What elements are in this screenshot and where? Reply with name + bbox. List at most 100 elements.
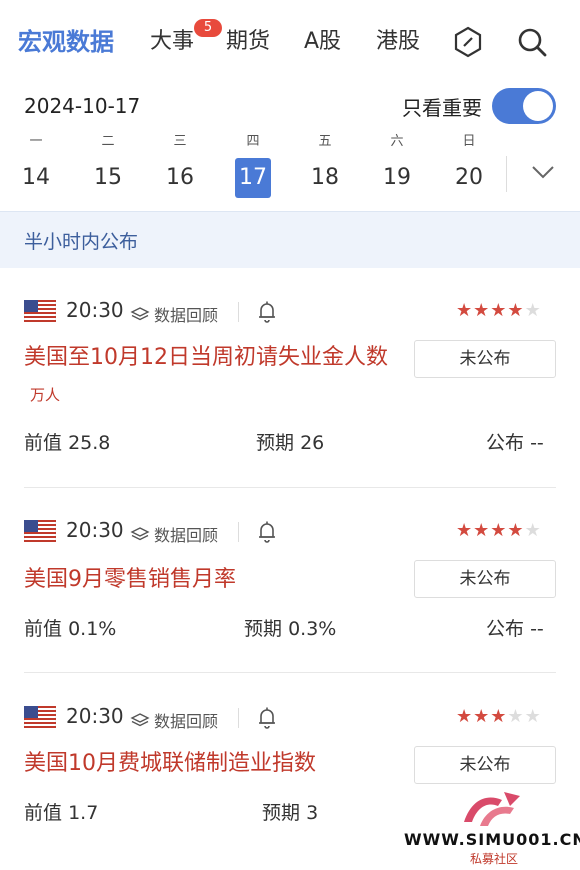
day-number: 20 bbox=[455, 165, 483, 190]
expected-label: 预期 bbox=[256, 432, 295, 454]
star-empty-icon: ★ bbox=[524, 706, 542, 727]
day-tue[interactable]: 二 15 bbox=[86, 132, 130, 198]
actual-number: -- bbox=[530, 618, 544, 640]
expected-value: 预期 3 bbox=[262, 798, 318, 825]
actual-number: -- bbox=[530, 432, 544, 454]
search-icon[interactable] bbox=[514, 24, 550, 60]
data-review-link[interactable]: 数据回顾 bbox=[130, 302, 218, 326]
star-empty-icon: ★ bbox=[507, 706, 525, 727]
date-row: 2024-10-17 只看重要 bbox=[0, 86, 580, 130]
bell-icon[interactable] bbox=[256, 520, 278, 544]
tab-events[interactable]: 大事 bbox=[150, 26, 194, 58]
weekday-label: 一 bbox=[29, 134, 43, 149]
section-title: 半小时内公布 bbox=[24, 231, 139, 253]
tab-futures[interactable]: 期货 bbox=[226, 26, 270, 58]
weekday-label: 五 bbox=[318, 134, 332, 149]
tab-hk-shares[interactable]: 港股 bbox=[376, 26, 420, 58]
day-number: 17 bbox=[235, 158, 271, 198]
divider bbox=[238, 522, 239, 542]
data-review-link[interactable]: 数据回顾 bbox=[130, 708, 218, 732]
importance-stars: ★★★★★ bbox=[456, 520, 542, 541]
publish-status-button[interactable]: 未公布 bbox=[414, 746, 556, 784]
selected-date: 2024-10-17 bbox=[24, 94, 141, 118]
actual-value: 公布 -- bbox=[486, 614, 544, 641]
star-empty-icon: ★ bbox=[524, 520, 542, 541]
previous-value: 前值 25.8 bbox=[24, 428, 110, 455]
previous-number: 0.1% bbox=[68, 618, 117, 640]
day-sat[interactable]: 六 19 bbox=[375, 132, 419, 198]
event-title[interactable]: 美国9月零售销售月率 bbox=[24, 562, 394, 598]
events-count-badge: 5 bbox=[194, 19, 222, 37]
publish-status-button[interactable]: 未公布 bbox=[414, 560, 556, 598]
data-review-link[interactable]: 数据回顾 bbox=[130, 522, 218, 546]
day-wed[interactable]: 三 16 bbox=[158, 132, 202, 198]
weekday-label: 三 bbox=[173, 134, 187, 149]
day-number: 16 bbox=[166, 165, 194, 190]
day-number: 19 bbox=[383, 165, 411, 190]
star-icon: ★ bbox=[456, 520, 474, 541]
expected-number: 26 bbox=[300, 432, 325, 454]
us-flag-icon bbox=[24, 300, 56, 322]
bell-icon[interactable] bbox=[256, 706, 278, 730]
chevron-down-icon[interactable] bbox=[530, 162, 556, 182]
star-icon: ★ bbox=[507, 300, 525, 321]
only-important-label: 只看重要 bbox=[402, 96, 482, 120]
event-time: 20:30 bbox=[66, 518, 124, 542]
top-nav: 宏观数据 大事 5 期货 A股 港股 bbox=[0, 0, 580, 86]
data-review-label: 数据回顾 bbox=[154, 526, 219, 545]
hexagon-icon[interactable] bbox=[450, 24, 486, 60]
actual-label: 公布 bbox=[486, 432, 525, 454]
star-icon: ★ bbox=[473, 520, 491, 541]
previous-number: 1.7 bbox=[68, 802, 99, 824]
only-important-toggle[interactable] bbox=[492, 88, 556, 124]
watermark: WWW.SIMU001.CN 私募社区 bbox=[400, 788, 580, 868]
tab-macro-data[interactable]: 宏观数据 bbox=[18, 26, 114, 58]
day-number: 15 bbox=[94, 165, 122, 190]
us-flag-icon bbox=[24, 706, 56, 728]
watermark-subtext: 私募社区 bbox=[470, 852, 519, 866]
previous-label: 前值 bbox=[24, 802, 63, 824]
actual-label: 公布 bbox=[486, 618, 525, 640]
star-icon: ★ bbox=[490, 520, 508, 541]
event-title[interactable]: 美国10月费城联储制造业指数 bbox=[24, 746, 394, 782]
actual-value: 公布 -- bbox=[486, 428, 544, 455]
previous-value: 前值 0.1% bbox=[24, 614, 116, 641]
event-unit: 万人 bbox=[30, 386, 61, 404]
expected-number: 3 bbox=[306, 802, 319, 824]
event-time: 20:30 bbox=[66, 704, 124, 728]
section-header: 半小时内公布 bbox=[0, 211, 580, 268]
expected-value: 预期 0.3% bbox=[244, 614, 336, 641]
day-fri[interactable]: 五 18 bbox=[303, 132, 347, 198]
publish-status-button[interactable]: 未公布 bbox=[414, 340, 556, 378]
divider bbox=[238, 708, 239, 728]
tab-a-shares[interactable]: A股 bbox=[304, 26, 341, 58]
day-number: 18 bbox=[311, 165, 339, 190]
expected-number: 0.3% bbox=[288, 618, 337, 640]
event-title-text: 美国至10月12日当周初请失业金人数 bbox=[24, 345, 388, 370]
bell-icon[interactable] bbox=[256, 300, 278, 324]
day-sun[interactable]: 日 20 bbox=[447, 132, 491, 198]
day-mon[interactable]: 一 14 bbox=[14, 132, 58, 198]
importance-stars: ★★★★★ bbox=[456, 706, 542, 727]
layers-icon bbox=[130, 713, 150, 727]
weekday-label: 日 bbox=[462, 134, 476, 149]
watermark-logo-icon bbox=[464, 792, 520, 826]
item-separator bbox=[24, 487, 556, 488]
day-number: 14 bbox=[22, 165, 50, 190]
event-title[interactable]: 美国至10月12日当周初请失业金人数万人 bbox=[24, 340, 394, 413]
layers-icon bbox=[130, 307, 150, 321]
weekday-label: 六 bbox=[390, 134, 404, 149]
toggle-knob bbox=[523, 91, 553, 121]
data-review-label: 数据回顾 bbox=[154, 712, 219, 731]
weekday-label: 四 bbox=[246, 134, 260, 149]
star-empty-icon: ★ bbox=[524, 300, 542, 321]
expected-label: 预期 bbox=[244, 618, 283, 640]
star-icon: ★ bbox=[473, 706, 491, 727]
day-thu-selected[interactable]: 四 17 bbox=[231, 132, 275, 198]
us-flag-icon bbox=[24, 520, 56, 542]
importance-stars: ★★★★★ bbox=[456, 300, 542, 321]
previous-label: 前值 bbox=[24, 618, 63, 640]
item-separator bbox=[24, 672, 556, 673]
star-icon: ★ bbox=[490, 300, 508, 321]
star-icon: ★ bbox=[490, 706, 508, 727]
